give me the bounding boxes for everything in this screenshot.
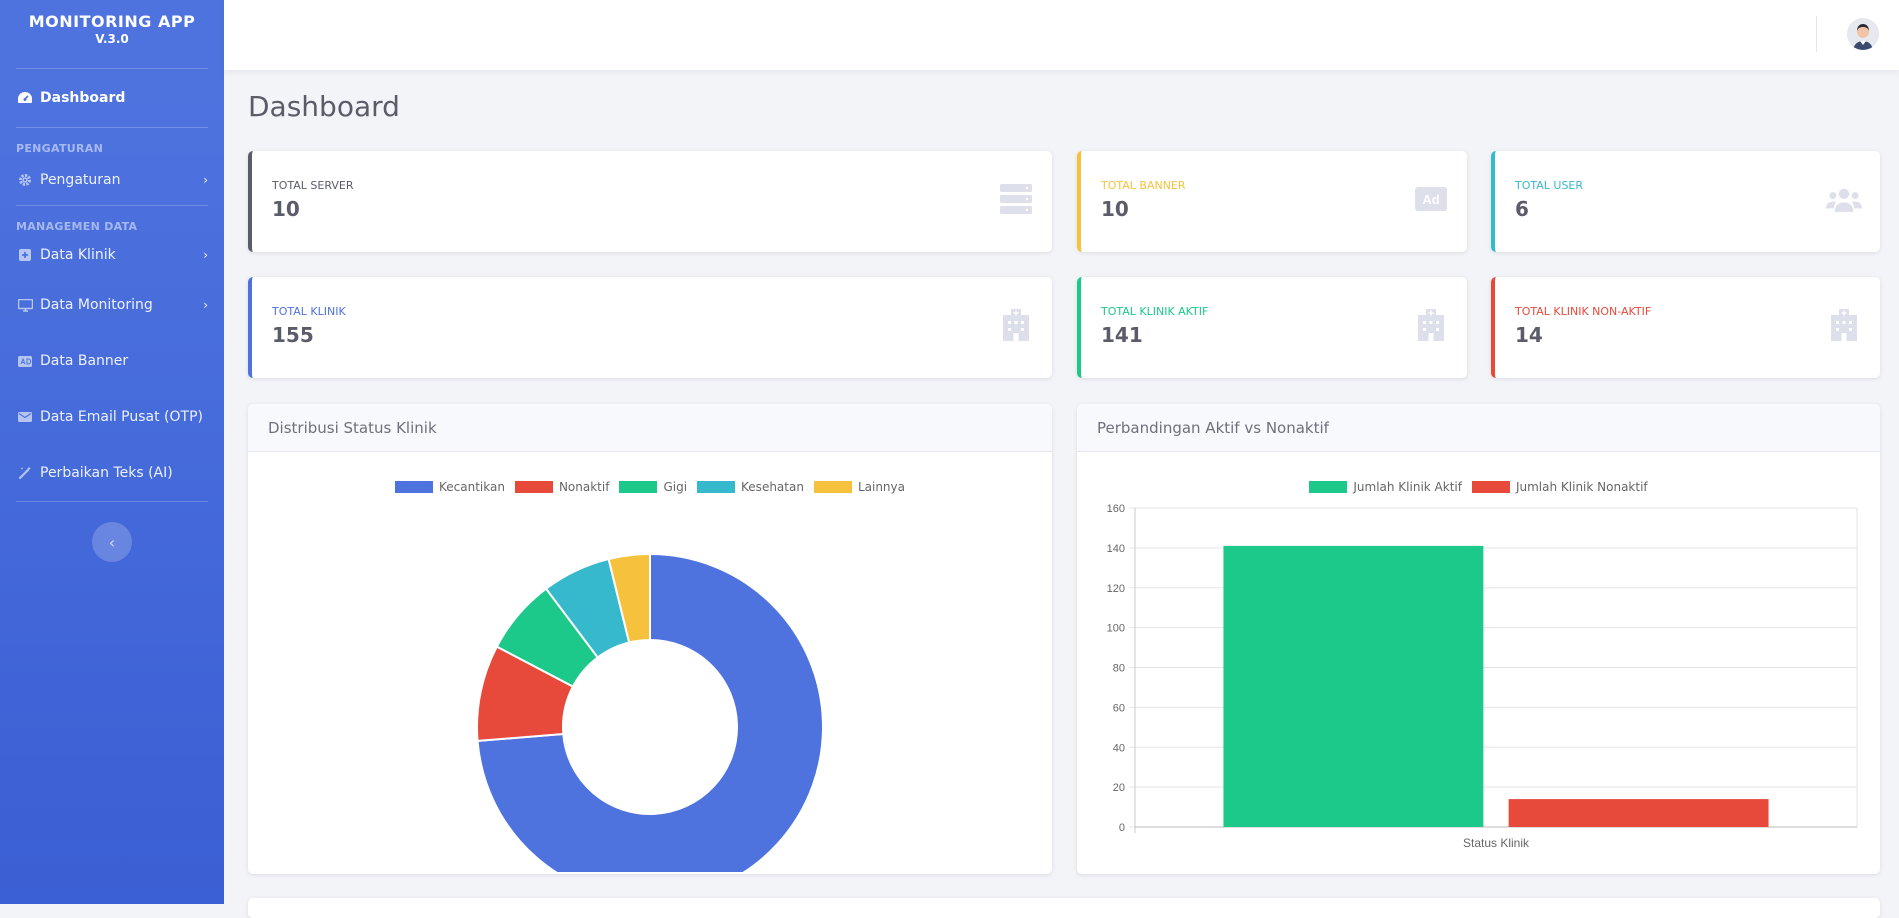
chevron-left-icon: ‹	[108, 532, 116, 552]
stat-card-total-klinik-nonaktif: TOTAL KLINIK NON-AKTIF 14	[1491, 277, 1880, 378]
stat-label: TOTAL KLINIK	[272, 305, 346, 318]
stat-value: 6	[1515, 197, 1529, 221]
hospital-icon	[1413, 307, 1449, 343]
chart-title: Distribusi Status Klinik	[248, 404, 1052, 452]
bar-chart: 0 20 40 60 80 100 120 140 160 Status Klinik	[1107, 503, 1858, 850]
y-tick-label: 100	[1107, 623, 1125, 635]
sidebar-heading-data: MANAGEMEN DATA	[16, 220, 138, 233]
tachometer-icon	[16, 91, 34, 105]
stat-value: 14	[1515, 323, 1543, 347]
y-tick-label: 140	[1107, 543, 1125, 555]
y-tick-label: 0	[1119, 822, 1125, 834]
chart-card-perbandingan: Perbandingan Aktif vs Nonaktif Jumlah Kl…	[1077, 404, 1880, 874]
hospital-icon	[998, 307, 1034, 343]
sidebar-heading-settings: PENGATURAN	[16, 142, 104, 155]
stat-label: TOTAL SERVER	[272, 179, 354, 192]
y-tick-label: 80	[1113, 663, 1125, 675]
monitor-icon	[16, 298, 34, 312]
y-tick-label: 40	[1113, 742, 1125, 754]
stat-value: 141	[1101, 323, 1143, 347]
svg-text:Ad: Ad	[1422, 192, 1439, 207]
stat-card-total-banner: TOTAL BANNER 10 Ad	[1077, 151, 1467, 252]
app-version: V.3.0	[95, 32, 129, 46]
sidebar-item-label: Data Monitoring	[40, 297, 153, 313]
stat-value: 10	[1101, 197, 1129, 221]
hospital-icon	[1826, 307, 1862, 343]
sidebar-divider	[16, 501, 208, 502]
user-avatar[interactable]	[1847, 18, 1879, 50]
ad-icon	[16, 355, 34, 367]
stat-label: TOTAL KLINIK NON-AKTIF	[1515, 305, 1652, 318]
sidebar-item-dashboard[interactable]: Dashboard	[0, 69, 224, 127]
sidebar-item-label: Data Email Pusat (OTP)	[40, 409, 203, 425]
stat-value: 10	[272, 197, 300, 221]
sidebar-item-label: Data Klinik	[40, 247, 116, 263]
sidebar-item-perbaikan-teks[interactable]: Perbaikan Teks (AI)	[0, 445, 224, 501]
x-tick-label: Status Klinik	[1463, 836, 1530, 850]
sidebar-item-data-klinik[interactable]: Data Klinik ›	[0, 233, 224, 277]
sidebar-item-label: Data Banner	[40, 353, 129, 369]
bar-jumlah-klinik-aktif[interactable]	[1223, 545, 1484, 827]
stat-card-total-klinik-aktif: TOTAL KLINIK AKTIF 141	[1077, 277, 1467, 378]
sidebar-item-label: Perbaikan Teks (AI)	[40, 465, 173, 481]
plus-square-icon	[16, 249, 34, 261]
chart-card-distribusi: Distribusi Status Klinik Kecantikan Nonak…	[248, 404, 1052, 874]
chevron-right-icon: ›	[203, 248, 208, 262]
sidebar-item-settings[interactable]: Pengaturan ›	[0, 155, 224, 205]
stat-card-total-server: TOTAL SERVER 10	[248, 151, 1052, 252]
envelope-icon	[16, 412, 34, 422]
chevron-right-icon: ›	[203, 298, 208, 312]
stat-label: TOTAL KLINIK AKTIF	[1101, 305, 1209, 318]
sidebar-item-label: Pengaturan	[40, 172, 121, 188]
topbar	[224, 0, 1899, 70]
sidebar-item-label: Dashboard	[40, 90, 126, 106]
page-title: Dashboard	[248, 90, 400, 123]
avatar-icon	[1847, 18, 1879, 50]
stat-value: 155	[272, 323, 314, 347]
sidebar-brand[interactable]: MONITORING APP V.3.0	[0, 0, 224, 68]
donut-chart	[476, 552, 824, 872]
users-icon	[1826, 181, 1862, 217]
magic-icon	[16, 466, 34, 480]
sidebar-item-data-banner[interactable]: Data Banner	[0, 333, 224, 389]
sidebar-item-data-monitoring[interactable]: Data Monitoring ›	[0, 277, 224, 333]
y-tick-label: 60	[1113, 702, 1125, 714]
y-tick-label: 20	[1113, 782, 1125, 794]
next-card	[248, 898, 1880, 918]
topbar-divider	[1816, 16, 1817, 52]
gear-icon	[16, 173, 34, 187]
sidebar: MONITORING APP V.3.0 Dashboard PENGATURA…	[0, 0, 224, 904]
sidebar-toggle-button[interactable]: ‹	[92, 522, 132, 562]
stat-card-total-user: TOTAL USER 6	[1491, 151, 1880, 252]
stat-card-total-klinik: TOTAL KLINIK 155	[248, 277, 1052, 378]
stat-label: TOTAL USER	[1515, 179, 1584, 192]
ad-icon: Ad	[1413, 181, 1449, 217]
y-tick-label: 160	[1107, 503, 1125, 515]
chevron-right-icon: ›	[203, 173, 208, 187]
stat-label: TOTAL BANNER	[1101, 179, 1186, 192]
server-icon	[998, 181, 1034, 217]
chart-title: Perbandingan Aktif vs Nonaktif	[1077, 404, 1880, 452]
y-tick-label: 120	[1107, 583, 1125, 595]
app-title: MONITORING APP	[28, 12, 196, 31]
bar-jumlah-klinik-nonaktif[interactable]	[1508, 799, 1769, 827]
sidebar-item-data-email[interactable]: Data Email Pusat (OTP)	[0, 389, 224, 445]
